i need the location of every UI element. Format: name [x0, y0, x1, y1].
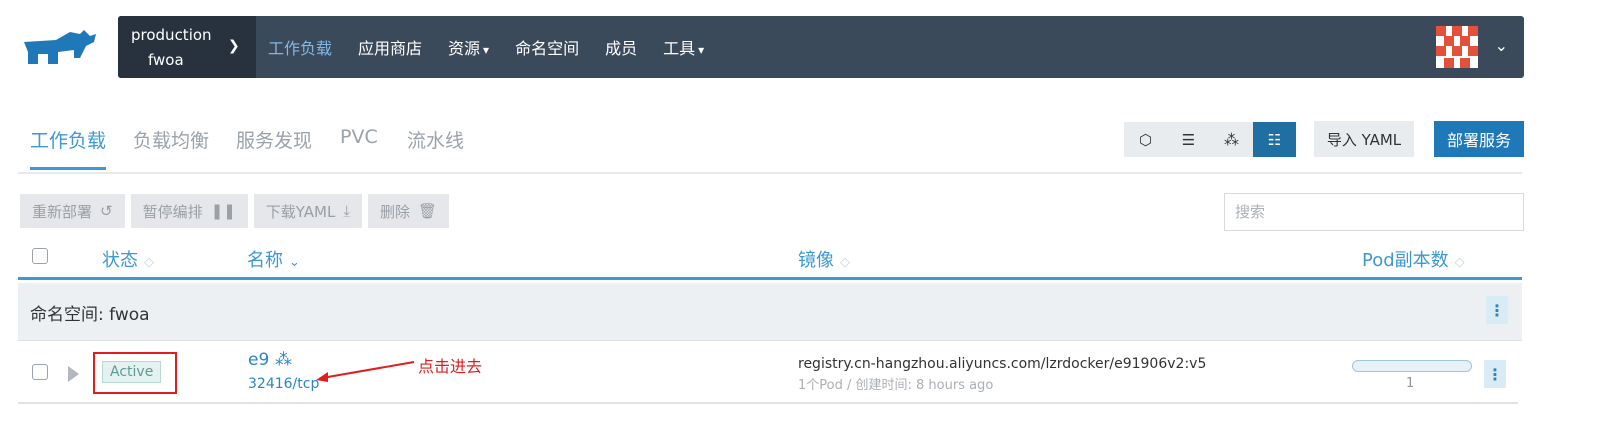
sort-icon: ◇ [1454, 255, 1465, 270]
environment-switcher[interactable]: production fwoa ❯ [118, 16, 256, 78]
expand-arrow-icon[interactable] [68, 366, 79, 382]
tab-workloads[interactable]: 工作负载 [30, 126, 107, 170]
view-mode-group: ⬡ ☰ ⁂ ☷ [1124, 122, 1296, 157]
nodes-icon[interactable]: ⁂ [1210, 122, 1253, 157]
sort-icon: ◇ [840, 255, 850, 270]
top-navigation: production fwoa ❯ 工作负载 应用商店 资源 ▾ 命名空间 成员 … [118, 16, 1524, 78]
sort-icon: ◇ [144, 255, 154, 270]
tab-pvc[interactable]: PVC [340, 126, 378, 162]
pause-icon: ❚❚ [210, 202, 236, 220]
sort-icon: ⌄ [289, 255, 300, 270]
status-badge: Active [102, 361, 162, 383]
search-input[interactable] [1224, 193, 1524, 231]
import-yaml-button[interactable]: 导入 YAML [1314, 121, 1414, 157]
pause-label: 暂停编排 [142, 202, 203, 221]
annotation-text: 点击进去 [418, 357, 483, 376]
nav-item-namespaces[interactable]: 命名空间 [515, 35, 579, 59]
redeploy-button[interactable]: 重新部署 ↺ [20, 194, 125, 228]
image-url: registry.cn-hangzhou.aliyuncs.com/lzrdoc… [798, 356, 1207, 372]
annotation-arrow [316, 361, 415, 382]
bulk-actions: 重新部署 ↺ 暂停编排 ❚❚ 下载YAML ⤓ 删除 🗑 [20, 194, 450, 228]
column-label: 镜像 [798, 250, 834, 271]
select-all-checkbox[interactable] [32, 248, 48, 264]
cluster-name: production [131, 26, 212, 44]
delete-button[interactable]: 删除 🗑 [367, 194, 450, 228]
tab-service-discovery[interactable]: 服务发现 [236, 126, 312, 167]
nav-item-catalog[interactable]: 应用商店 [358, 35, 422, 59]
main-nav: 工作负载 应用商店 资源 ▾ 命名空间 成员 工具 ▾ [268, 16, 730, 78]
tab-pipeline[interactable]: 流水线 [407, 126, 464, 167]
table-row: Active e9 ⁂ 32416/tcp 点击进去 registry.cn-h… [18, 342, 1518, 404]
nav-item-resources[interactable]: 资源 ▾ [448, 35, 489, 59]
column-pods[interactable]: Pod副本数 ◇ [1362, 246, 1465, 272]
namespace-group-row: 命名空间: fwoa ⋮ [18, 283, 1522, 341]
workload-subtabs: 工作负载 负载均衡 服务发现 PVC 流水线 [18, 118, 1522, 174]
pod-progress-bar [1352, 360, 1472, 372]
chevron-down-icon: ▾ [698, 43, 705, 57]
delete-label: 删除 [379, 202, 410, 221]
tree-list-icon[interactable]: ☷ [1253, 122, 1296, 157]
namespace-label: 命名空间: fwoa [30, 305, 150, 325]
cube-icon[interactable]: ⬡ [1124, 122, 1167, 157]
redeploy-label: 重新部署 [32, 202, 93, 221]
rancher-logo [24, 30, 96, 64]
project-name: fwoa [148, 51, 184, 69]
download-icon: ⤓ [343, 202, 350, 220]
column-name[interactable]: 名称 ⌄ [247, 246, 300, 272]
deploy-service-button[interactable]: 部署服务 [1434, 121, 1524, 157]
trash-icon: 🗑 [417, 202, 438, 220]
kebab-menu-icon[interactable]: ⋮ [1484, 360, 1506, 388]
download-yaml-button[interactable]: 下载YAML ⤓ [253, 194, 362, 228]
table-header: 状态 ◇ 名称 ⌄ 镜像 ◇ Pod副本数 ◇ [18, 240, 1522, 280]
kebab-menu-icon[interactable]: ⋮ [1486, 296, 1508, 324]
column-label: 名称 [247, 250, 283, 271]
nav-item-members[interactable]: 成员 [605, 35, 637, 59]
workload-name-link[interactable]: e9 [248, 350, 269, 370]
user-avatar[interactable] [1436, 26, 1478, 68]
redeploy-icon: ↺ [100, 202, 113, 220]
list-icon[interactable]: ☰ [1167, 122, 1210, 157]
nav-item-label: 资源 [448, 39, 481, 58]
chevron-down-icon[interactable]: ⌄ [1495, 36, 1508, 55]
column-label: Pod副本数 [1362, 250, 1449, 271]
chevron-down-icon: ❯ [228, 38, 240, 54]
pause-button[interactable]: 暂停编排 ❚❚ [130, 194, 248, 228]
row-checkbox[interactable] [32, 364, 48, 380]
nodes-icon: ⁂ [275, 350, 292, 370]
column-image[interactable]: 镜像 ◇ [798, 246, 850, 272]
image-meta: 1个Pod / 创建时间: 8 hours ago [798, 378, 994, 393]
tab-load-balancing[interactable]: 负载均衡 [133, 126, 209, 167]
pod-count: 1 [1406, 376, 1415, 391]
workload-port-link[interactable]: 32416/tcp [248, 376, 319, 392]
column-label: 状态 [102, 250, 138, 271]
nav-item-tools[interactable]: 工具 ▾ [663, 35, 704, 59]
download-label: 下载YAML [265, 202, 336, 221]
nav-item-label: 工具 [663, 39, 696, 58]
column-state[interactable]: 状态 ◇ [102, 246, 154, 272]
chevron-down-icon: ▾ [483, 43, 490, 57]
nav-item-workloads[interactable]: 工作负载 [268, 35, 332, 59]
